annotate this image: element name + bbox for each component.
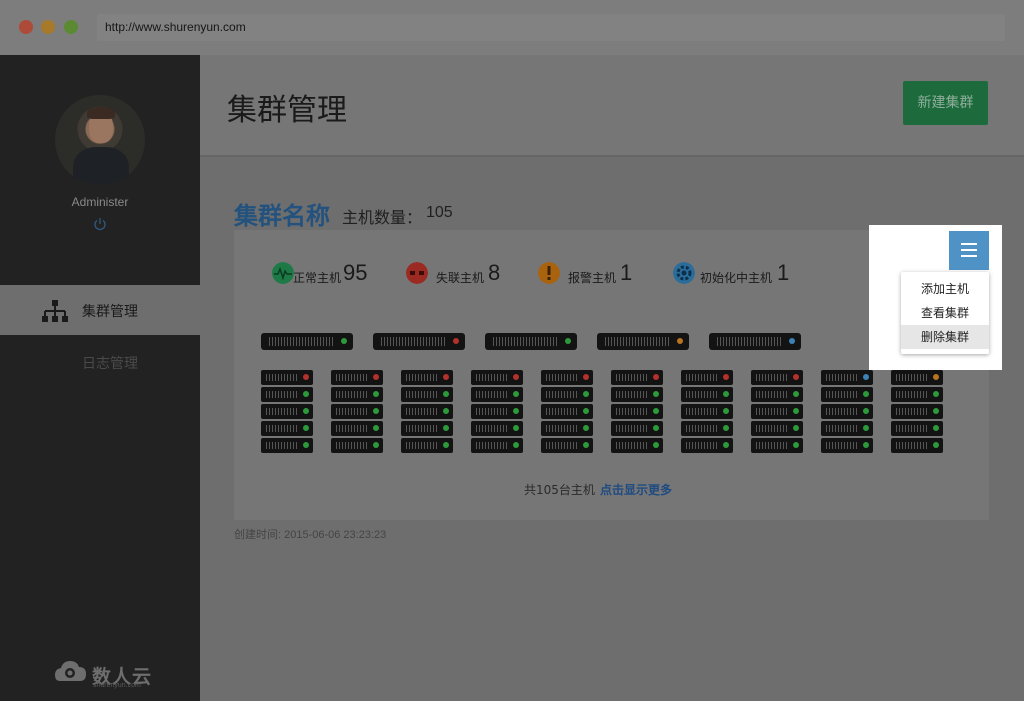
host-count-label: 主机数量： (342, 208, 423, 227)
server-rack[interactable] (401, 370, 453, 456)
server-rack[interactable] (261, 370, 313, 456)
sidebar: Administer 集群管理 日志管理 数人云 shurenyun.com (0, 55, 200, 701)
new-cluster-button[interactable]: 新建集群 (903, 81, 988, 125)
server-host[interactable] (709, 333, 801, 350)
server-rack[interactable] (611, 370, 663, 456)
menu-item-view-cluster[interactable]: 查看集群 (901, 301, 989, 325)
browser-toolbar: http://www.shurenyun.com (0, 0, 1024, 55)
address-bar[interactable]: http://www.shurenyun.com (97, 14, 1005, 41)
alert-icon (538, 262, 560, 284)
stat-label: 报警主机 (568, 271, 617, 285)
stat-value: 1 (620, 260, 633, 285)
server-rack[interactable] (471, 370, 523, 456)
brand-domain: shurenyun.com (93, 682, 141, 689)
stat-value: 1 (777, 260, 790, 285)
server-rack[interactable] (751, 370, 803, 456)
show-more-link[interactable]: 点击显示更多 (600, 481, 672, 498)
avatar (55, 95, 145, 185)
sidebar-item-log-management[interactable]: 日志管理 (0, 337, 200, 387)
menu-item-delete-cluster[interactable]: 删除集群 (901, 325, 989, 349)
cluster-name[interactable]: 集群名称 (234, 196, 330, 231)
created-time: 创建时间: 2015-06-06 23:23:23 (234, 529, 387, 541)
server-rack[interactable] (331, 370, 383, 456)
window-maximize-button[interactable] (64, 20, 78, 34)
menu-item-add-host[interactable]: 添加主机 (901, 277, 989, 301)
server-rack[interactable] (891, 370, 943, 456)
power-icon[interactable] (93, 217, 107, 231)
sidebar-item-label: 集群管理 (82, 304, 138, 320)
heartbeat-icon (272, 262, 294, 284)
server-rack[interactable] (681, 370, 733, 456)
server-host[interactable] (485, 333, 577, 350)
server-host[interactable] (261, 333, 353, 350)
window-close-button[interactable] (19, 20, 33, 34)
server-host[interactable] (597, 333, 689, 350)
gear-icon (673, 262, 695, 284)
page-title: 集群管理 (227, 93, 347, 128)
server-host[interactable] (373, 333, 465, 350)
sitemap-icon (42, 300, 68, 322)
server-rack[interactable] (821, 370, 873, 456)
host-count-value: 105 (426, 204, 453, 221)
disconnect-icon (406, 262, 428, 284)
sidebar-item-cluster-management[interactable]: 集群管理 (0, 285, 200, 335)
stat-label: 初始化中主机 (700, 271, 773, 285)
cluster-menu-dropdown: 添加主机 查看集群 删除集群 (901, 272, 989, 354)
window-minimize-button[interactable] (41, 20, 55, 34)
stat-value: 8 (488, 260, 501, 285)
stat-label: 正常主机 (293, 271, 342, 285)
total-hosts-text: 共105台主机 (524, 483, 595, 497)
server-rack[interactable] (541, 370, 593, 456)
sidebar-item-label: 日志管理 (82, 356, 138, 372)
page-header: 集群管理 新建集群 (200, 55, 1024, 157)
stat-label: 失联主机 (436, 271, 485, 285)
menu-icon[interactable] (949, 231, 989, 270)
user-name: Administer (71, 195, 129, 209)
stat-value: 95 (343, 260, 368, 285)
